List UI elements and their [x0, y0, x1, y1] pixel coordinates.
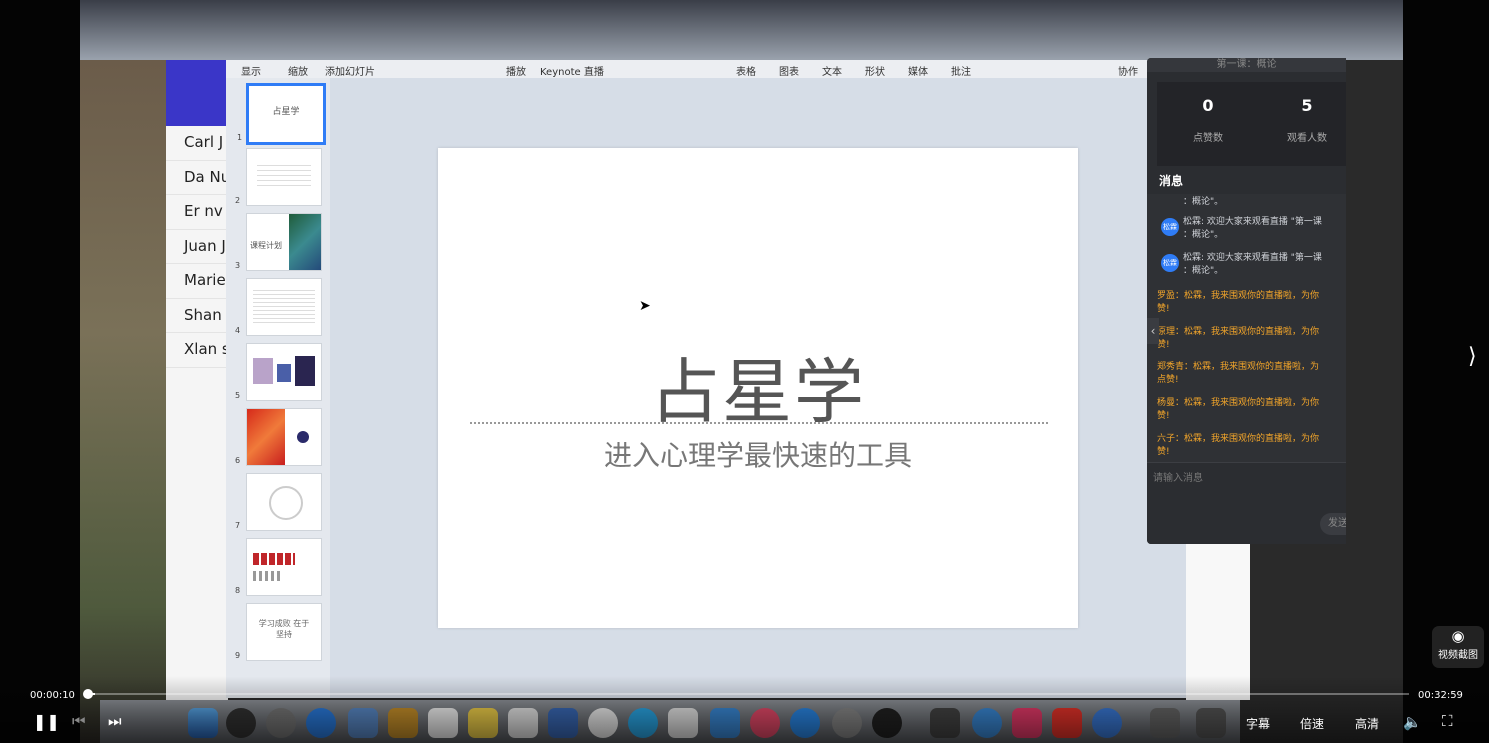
viewers-stat: 5 观看人数 — [1287, 96, 1327, 144]
contact-item: Carl J — [166, 126, 228, 161]
contact-item: Xlan s — [166, 333, 228, 368]
current-slide: 占星学 进入心理学最快速的工具 — [438, 148, 1078, 628]
chat-message: 郑秀青：松霖，我来围观你的直播啦，为 点赞! — [1157, 362, 1320, 385]
desktop-wallpaper — [80, 60, 166, 743]
chat-window-title: 第一课：概论 — [1147, 58, 1346, 72]
slide-thumb: 2 — [235, 148, 322, 206]
previous-icon[interactable]: ⏮ — [72, 712, 86, 730]
slide-navigator: 占星学 1 2 课程计划 3 4 5 6 7 8 学习成败 在于坚持 9 — [226, 78, 330, 698]
speed-button[interactable]: 倍速 — [1300, 715, 1324, 732]
chat-message: 原理：松霖，我来围观你的直播啦，为你 赞! — [1157, 327, 1320, 350]
slide-thumb: 5 — [235, 343, 322, 401]
pause-icon[interactable]: ❚❚ — [33, 712, 60, 731]
toolbar-media: 媒体 — [908, 67, 928, 78]
camera-icon: ◉ — [1451, 627, 1465, 645]
toolbar-add-slide: 添加幻灯片 — [325, 67, 375, 78]
chat-message: 松霖 松霖: 欢迎大家来观看直播 "第一课 ：概论"。 — [1161, 253, 1322, 276]
contacts-list: Carl J Da Nu Er nv Juan J Marie Shan Xla… — [166, 60, 228, 700]
stats-box: 0 点赞数 5 观看人数 — [1157, 82, 1346, 166]
avatar: 松霖 — [1161, 218, 1179, 236]
toolbar-collaborate: 协作 — [1118, 67, 1138, 78]
slide-thumb: 占星学 1 — [237, 83, 326, 145]
blurred-top-bar — [80, 0, 1403, 60]
toolbar-keynote-live: Keynote 直播 — [540, 67, 604, 78]
toolbar-view: 显示 — [241, 67, 261, 78]
toolbar-text: 文本 — [822, 67, 842, 78]
contact-item: Da Nu — [166, 161, 228, 195]
chat-message: ：概论"。 — [1183, 197, 1224, 207]
next-chevron-icon[interactable]: ⟩ — [1468, 344, 1477, 369]
progress-knob[interactable] — [83, 689, 93, 699]
next-icon[interactable]: ⏭ — [108, 712, 122, 730]
slide-divider — [470, 422, 1048, 424]
chat-message: 罗盈：松霖，我来围观你的直播啦，为你 赞! — [1157, 291, 1320, 314]
toolbar-play: 播放 — [506, 67, 526, 78]
slide-thumb: 7 — [235, 473, 322, 531]
keynote-window: 显示 缩放 添加幻灯片 播放 Keynote 直播 表格 图表 文本 形状 媒体… — [226, 60, 1186, 698]
toolbar-shape: 形状 — [865, 67, 885, 78]
chat-message: 六子：松霖，我来围观你的直播啦，为你 赞! — [1157, 434, 1320, 457]
player-controls — [0, 676, 1489, 743]
avatar: 松霖 — [1161, 254, 1179, 272]
total-time: 00:32:59 — [1418, 690, 1463, 701]
progress-bar[interactable] — [88, 693, 1409, 695]
messages-list: ：概论"。 松霖 松霖: 欢迎大家来观看直播 "第一课 ：概论"。 松霖 松霖:… — [1147, 194, 1346, 462]
screenshot-button[interactable]: ◉ 视频截图 — [1432, 626, 1484, 668]
mouse-cursor-icon: ➤ — [639, 298, 651, 314]
contacts-header — [166, 60, 228, 126]
toolbar-comment: 批注 — [951, 67, 971, 78]
live-chat-panel: 第一课：概论 0 点赞数 5 观看人数 消息 ：概论"。 松霖 松霖: 欢迎大家… — [1147, 58, 1346, 544]
slide-thumb: 6 — [235, 408, 322, 466]
message-input-area[interactable]: 请输入消息 发送 — [1147, 462, 1346, 544]
slide-subtitle: 进入心理学最快速的工具 — [603, 439, 912, 472]
slide-thumb: 4 — [235, 278, 322, 336]
contact-item: Juan J — [166, 230, 228, 264]
slide-thumb: 8 — [235, 538, 322, 596]
toolbar-zoom: 缩放 — [288, 67, 308, 78]
volume-icon[interactable]: 🔈 — [1403, 713, 1422, 731]
contact-item: Marie — [166, 264, 228, 299]
video-player[interactable]: Carl J Da Nu Er nv Juan J Marie Shan Xla… — [0, 0, 1489, 743]
subtitles-button[interactable]: 字幕 — [1246, 715, 1270, 732]
chevron-left-icon[interactable]: ‹ — [1147, 318, 1159, 344]
keynote-toolbar: 显示 缩放 添加幻灯片 播放 Keynote 直播 表格 图表 文本 形状 媒体… — [226, 60, 1186, 78]
fullscreen-icon[interactable]: ⛶ — [1442, 712, 1453, 730]
slide-thumb: 课程计划 3 — [235, 213, 322, 271]
message-input[interactable]: 请输入消息 — [1153, 469, 1203, 484]
likes-stat: 0 点赞数 — [1193, 96, 1223, 144]
chat-message: 松霖 松霖: 欢迎大家来观看直播 "第一课 ：概论"。 — [1161, 217, 1322, 240]
slide-thumb: 学习成败 在于坚持 9 — [235, 603, 322, 661]
send-button[interactable]: 发送 — [1320, 513, 1346, 535]
toolbar-chart: 图表 — [779, 67, 799, 78]
current-time: 00:00:10 — [30, 690, 75, 701]
chat-message: 杨曼：松霖，我来围观你的直播啦，为你 赞! — [1157, 398, 1320, 421]
messages-header: 消息 — [1159, 174, 1184, 188]
contact-item: Shan — [166, 299, 228, 333]
quality-button[interactable]: 高清 — [1355, 715, 1379, 732]
contact-item: Er nv — [166, 195, 228, 230]
toolbar-table: 表格 — [736, 67, 756, 78]
